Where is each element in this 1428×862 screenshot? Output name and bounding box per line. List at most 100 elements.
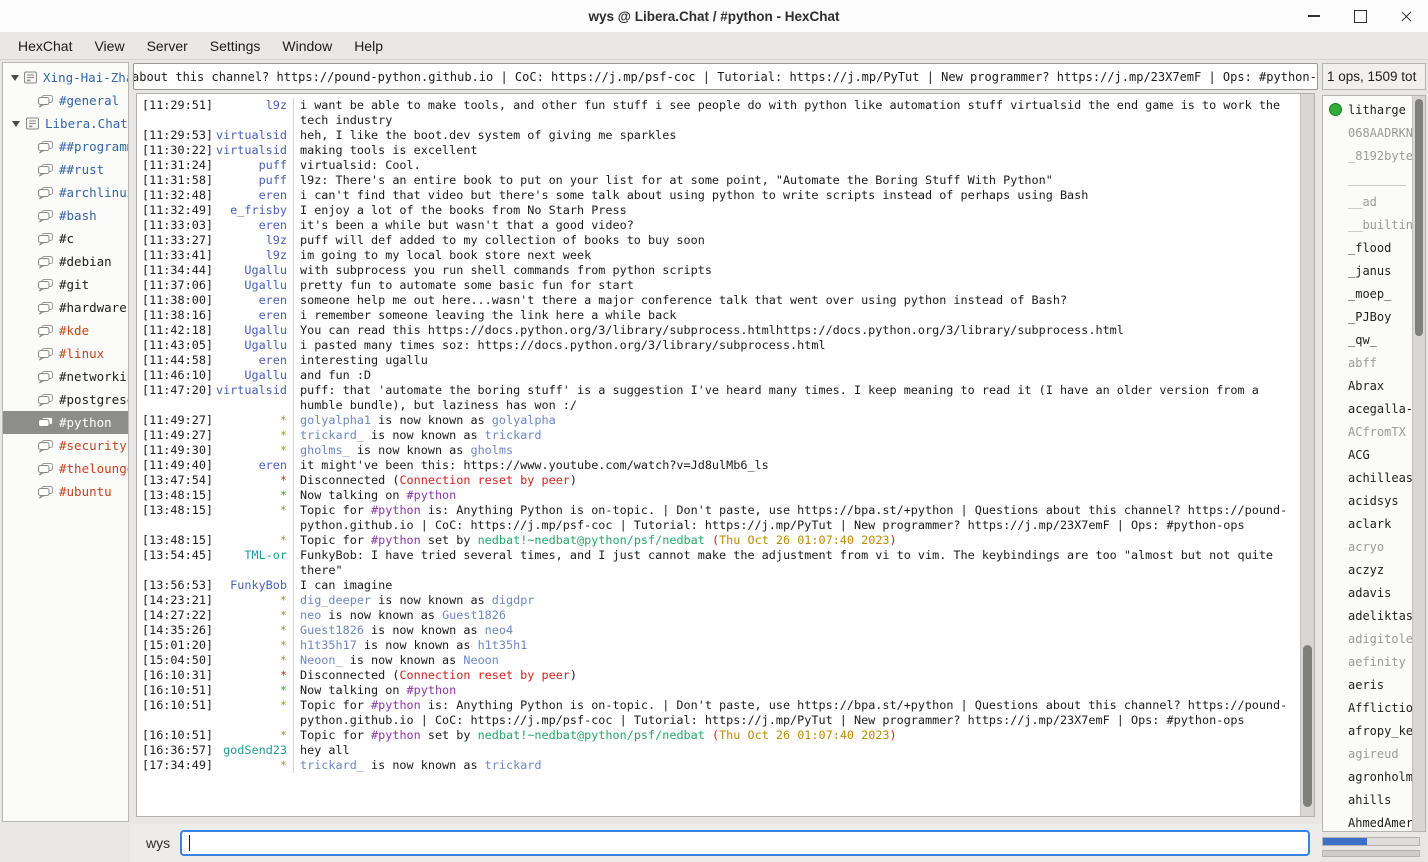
sidebar-item-general[interactable]: #general (3, 89, 128, 112)
user-list-item[interactable]: agireud (1323, 742, 1412, 765)
sidebar-item-networking[interactable]: #networking (3, 365, 128, 388)
chat-message: gholms_ is now known as gholms (293, 443, 1300, 458)
chat-message-segment: dig_deeper (300, 593, 371, 607)
chat-message-segment: Neoon_ (300, 653, 343, 667)
chat-nick: * (213, 473, 293, 488)
chat-message-segment: #python (371, 698, 421, 712)
user-list-item[interactable]: _8192byte (1323, 144, 1412, 167)
chat-message-segment: Now talking on (300, 488, 407, 502)
chat-message: Topic for #python set by nedbat!~nedbat@… (293, 533, 1300, 548)
user-list-item[interactable]: aefinity (1323, 650, 1412, 673)
expander-icon[interactable] (8, 117, 23, 131)
chat-timestamp: [16:10:51] (137, 728, 213, 743)
chat-scrollbar[interactable] (1300, 94, 1314, 816)
sidebar-item-git[interactable]: #git (3, 273, 128, 296)
user-list-item[interactable]: abff (1323, 351, 1412, 374)
user-list: litharge068AADRKN_8192byte__________ad__… (1323, 96, 1412, 831)
user-list-item[interactable]: adavis (1323, 581, 1412, 604)
user-list-item[interactable]: aczyz (1323, 558, 1412, 581)
user-list-item[interactable]: ahills (1323, 788, 1412, 811)
chat-message-segment: #python (371, 503, 421, 517)
chat-message: pretty fun to automate some basic fun fo… (293, 278, 1300, 293)
user-list-item[interactable]: ACG (1323, 443, 1412, 466)
menu-item-view[interactable]: View (84, 35, 134, 57)
sidebar-item-python[interactable]: #python (3, 411, 128, 434)
user-list-item[interactable]: Abrax (1323, 374, 1412, 397)
user-list-item[interactable]: 068AADRKN (1323, 121, 1412, 144)
chat-nick: eren (213, 353, 293, 368)
window-controls (1306, 0, 1414, 32)
user-list-item[interactable]: aeris (1323, 673, 1412, 696)
user-list-item[interactable]: __builtin (1323, 213, 1412, 236)
chat-message: virtualsid: Cool. (293, 158, 1300, 173)
sidebar-item-ubuntu[interactable]: #ubuntu (3, 480, 128, 503)
chat-nick: virtualsid (213, 383, 293, 413)
maximize-button[interactable] (1352, 8, 1368, 24)
chat-message-segment: I can imagine (300, 578, 392, 592)
sidebar-item-linux[interactable]: #linux (3, 342, 128, 365)
minimize-button[interactable] (1306, 8, 1322, 24)
chat-line: [11:38:16]ereni remember someone leaving… (137, 308, 1300, 323)
user-list-item[interactable]: ACfromTX (1323, 420, 1412, 443)
user-list-scrollbar-thumb[interactable] (1415, 99, 1423, 336)
user-list-item[interactable]: _qw_ (1323, 328, 1412, 351)
sidebar-item-thelounge[interactable]: #thelounge (3, 457, 128, 480)
sidebar-item-archlinux[interactable]: #archlinux (3, 181, 128, 204)
user-list-item[interactable]: adeliktas (1323, 604, 1412, 627)
menu-item-help[interactable]: Help (344, 35, 393, 57)
chat-line: [13:56:53]FunkyBobI can imagine (137, 578, 1300, 593)
sidebar-item-rust[interactable]: ##rust (3, 158, 128, 181)
nick-label[interactable]: wys (146, 835, 170, 851)
user-list-item[interactable]: achilleas (1323, 466, 1412, 489)
chat-scrollbar-thumb[interactable] (1303, 645, 1312, 807)
sidebar-item-c[interactable]: #c (3, 227, 128, 250)
chat-message-segment: i pasted many times soz: https://docs.py… (300, 338, 826, 352)
sidebar-item-hardware[interactable]: #hardware (3, 296, 128, 319)
menu-item-server[interactable]: Server (137, 35, 198, 57)
channel-icon (37, 416, 54, 430)
menu-item-settings[interactable]: Settings (200, 35, 271, 57)
sidebar-item-xing-hai-zhan[interactable]: Xing-Hai-Zhan (3, 66, 128, 89)
user-list-item[interactable]: acidsys (1323, 489, 1412, 512)
user-list-item[interactable]: ________ (1323, 167, 1412, 190)
user-list-item[interactable]: afropy_ke (1323, 719, 1412, 742)
sidebar-item-bash[interactable]: #bash (3, 204, 128, 227)
user-list-item[interactable]: _janus (1323, 259, 1412, 282)
chat-timestamp: [11:38:00] (137, 293, 213, 308)
expander-icon[interactable] (8, 71, 21, 85)
menu-item-hexchat[interactable]: HexChat (8, 35, 82, 57)
user-list-item[interactable]: __ad (1323, 190, 1412, 213)
user-list-item[interactable]: adigitole (1323, 627, 1412, 650)
user-name: Abrax (1348, 379, 1384, 393)
chat-line: [16:10:31]*Disconnected (Connection rese… (137, 668, 1300, 683)
chat-timestamp: [16:10:31] (137, 668, 213, 683)
user-list-item[interactable]: acryo (1323, 535, 1412, 558)
sidebar-item-postgresql[interactable]: #postgresql (3, 388, 128, 411)
user-name: acidsys (1348, 494, 1399, 508)
sidebar-item-label: #kde (59, 323, 89, 338)
topic-bar[interactable]: about this channel? https://pound-python… (133, 63, 1318, 90)
message-input[interactable] (180, 830, 1310, 856)
user-list-item[interactable]: AhmedAmer (1323, 811, 1412, 831)
sidebar-item-libera.chat[interactable]: Libera.Chat (3, 112, 128, 135)
chat-message-segment: FunkyBob: I have tried several times, an… (300, 548, 1273, 577)
user-list-item[interactable]: litharge (1323, 98, 1412, 121)
user-list-scrollbar[interactable] (1412, 96, 1425, 831)
chat-message-segment: Topic for (300, 503, 371, 517)
chat-line: [16:10:51]*Topic for #python set by nedb… (137, 728, 1300, 743)
user-name: agronholm (1348, 770, 1412, 784)
user-list-item[interactable]: _PJBoy (1323, 305, 1412, 328)
channel-icon (37, 370, 54, 384)
menu-item-window[interactable]: Window (272, 35, 342, 57)
user-list-item[interactable]: acegalla- (1323, 397, 1412, 420)
sidebar-item-debian[interactable]: #debian (3, 250, 128, 273)
sidebar-item-security[interactable]: #security (3, 434, 128, 457)
sidebar-item-programming[interactable]: ##programming (3, 135, 128, 158)
user-list-item[interactable]: _flood (1323, 236, 1412, 259)
user-list-item[interactable]: agronholm (1323, 765, 1412, 788)
user-list-item[interactable]: Afflictio (1323, 696, 1412, 719)
close-button[interactable] (1398, 8, 1414, 24)
user-list-item[interactable]: aclark (1323, 512, 1412, 535)
sidebar-item-kde[interactable]: #kde (3, 319, 128, 342)
user-list-item[interactable]: _moep_ (1323, 282, 1412, 305)
